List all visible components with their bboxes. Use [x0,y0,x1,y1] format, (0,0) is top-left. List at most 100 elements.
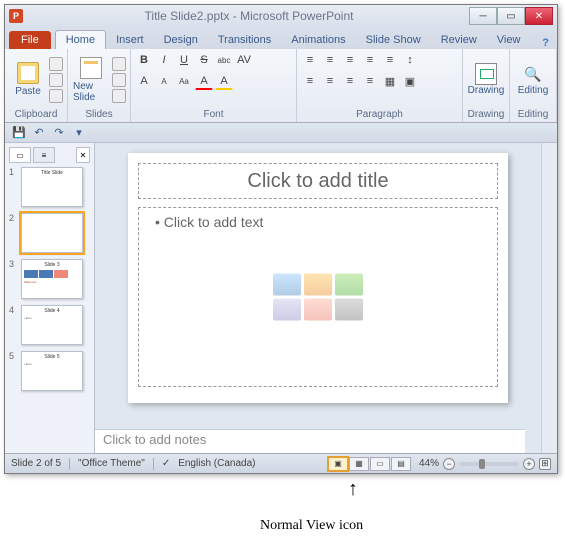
italic-button[interactable]: I [155,51,173,69]
outline-tab[interactable]: ≡ [33,147,55,163]
minimize-button[interactable]: ─ [469,7,497,25]
slide-thumbnail-5[interactable]: Slide 5• item [21,351,83,391]
language-label[interactable]: English (Canada) [178,458,255,469]
zoom-out-button[interactable]: − [443,458,455,470]
tab-transitions[interactable]: Transitions [208,31,281,49]
tab-slideshow[interactable]: Slide Show [356,31,431,49]
bold-button[interactable]: B [135,51,153,69]
thumbnail-item[interactable]: 5 Slide 5• item [9,351,90,391]
drawing-button[interactable]: Drawing [467,54,505,106]
copy-icon[interactable] [49,73,63,87]
decrease-indent-button[interactable]: ≡ [341,51,359,69]
bullets-button[interactable]: ≡ [301,51,319,69]
spellcheck-icon[interactable]: ✓ [162,458,170,469]
strike-button[interactable]: S [195,51,213,69]
thumbnail-item[interactable]: 1 Title Slide [9,167,90,207]
tab-animations[interactable]: Animations [281,31,355,49]
annotation-arrow-icon: ↑ [348,478,358,501]
grow-font-button[interactable]: A [135,72,153,90]
group-clipboard: Paste Clipboard [5,49,68,122]
insert-clipart-icon[interactable] [304,299,332,321]
normal-view-button[interactable]: ▣ [328,457,348,471]
qat-customize-button[interactable]: ▾ [71,125,87,141]
thumbnail-item[interactable]: 3 Slide 3 Slide text [9,259,90,299]
save-button[interactable]: 💾 [11,125,27,141]
increase-indent-button[interactable]: ≡ [361,51,379,69]
thumb-number: 2 [9,213,17,253]
close-button[interactable]: ✕ [525,7,553,25]
shadow-button[interactable]: abc [215,51,233,69]
new-slide-button[interactable]: New Slide [72,54,110,106]
slideshow-view-button[interactable]: ▤ [391,457,411,471]
clipboard-icon [17,62,39,84]
shrink-font-button[interactable]: A [155,72,173,90]
insert-chart-icon[interactable] [304,274,332,296]
slide-thumbnail-4[interactable]: Slide 4• item [21,305,83,345]
text-direction-button[interactable]: ↕ [401,51,419,69]
drawing-icon [475,63,497,85]
help-icon[interactable]: ? [542,37,557,49]
new-slide-icon [80,57,102,79]
maximize-button[interactable]: ▭ [497,7,525,25]
slide-thumbnail-1[interactable]: Title Slide [21,167,83,207]
redo-button[interactable]: ↷ [51,125,67,141]
window-title: Title Slide2.pptx - Microsoft PowerPoint [29,9,469,23]
insert-smartart-icon[interactable] [335,274,363,296]
clear-format-button[interactable]: Aa [175,72,193,90]
slide-thumbnail-3[interactable]: Slide 3 Slide text [21,259,83,299]
slide-thumbnail-2[interactable] [21,213,83,253]
section-icon[interactable] [112,89,126,103]
columns-button[interactable]: ▦ [381,72,399,90]
insert-picture-icon[interactable] [273,299,301,321]
reset-icon[interactable] [112,73,126,87]
format-painter-icon[interactable] [49,89,63,103]
tab-review[interactable]: Review [431,31,487,49]
tab-file[interactable]: File [9,31,51,49]
fit-to-window-button[interactable]: ⊞ [539,458,551,470]
tab-home[interactable]: Home [55,30,106,49]
ribbon: Paste Clipboard New Slide [5,49,557,123]
zoom-slider[interactable] [459,462,519,466]
body-placeholder[interactable]: • Click to add text [138,207,498,387]
current-slide[interactable]: Click to add title • Click to add text [128,153,508,403]
highlight-button[interactable]: A [215,72,233,90]
vertical-scrollbar[interactable] [541,143,557,453]
font-group-label: Font [135,108,292,120]
annotation-label: Normal View icon [260,518,363,534]
notes-pane[interactable]: Click to add notes [95,429,525,453]
line-spacing-button[interactable]: ≡ [381,51,399,69]
justify-button[interactable]: ≡ [361,72,379,90]
tab-design[interactable]: Design [154,31,208,49]
tab-insert[interactable]: Insert [106,31,154,49]
paste-button[interactable]: Paste [9,54,47,106]
font-color-button[interactable]: A [195,72,213,90]
slides-tab[interactable]: ▭ [9,147,31,163]
thumbnail-item[interactable]: 4 Slide 4• item [9,305,90,345]
cut-icon[interactable] [49,57,63,71]
slide-sorter-view-button[interactable]: ▦ [349,457,369,471]
find-icon: 🔍 [522,63,544,85]
char-spacing-button[interactable]: AV [235,51,253,69]
title-bar: P Title Slide2.pptx - Microsoft PowerPoi… [5,5,557,27]
editing-button[interactable]: 🔍 Editing [514,54,552,106]
align-right-button[interactable]: ≡ [341,72,359,90]
title-placeholder[interactable]: Click to add title [138,163,498,199]
drawing-group-label: Drawing [467,108,505,120]
zoom-percent[interactable]: 44% [419,458,439,469]
insert-media-icon[interactable] [335,299,363,321]
align-left-button[interactable]: ≡ [301,72,319,90]
layout-icon[interactable] [112,57,126,71]
insert-table-icon[interactable] [273,274,301,296]
powerpoint-icon: P [9,9,23,23]
group-drawing: Drawing Drawing [463,49,510,122]
undo-button[interactable]: ↶ [31,125,47,141]
tab-view[interactable]: View [487,31,531,49]
reading-view-button[interactable]: ▭ [370,457,390,471]
align-center-button[interactable]: ≡ [321,72,339,90]
underline-button[interactable]: U [175,51,193,69]
zoom-in-button[interactable]: + [523,458,535,470]
thumbnail-item[interactable]: 2 [9,213,90,253]
numbering-button[interactable]: ≡ [321,51,339,69]
convert-smartart-button[interactable]: ▣ [401,72,419,90]
close-pane-button[interactable]: ✕ [76,147,90,163]
